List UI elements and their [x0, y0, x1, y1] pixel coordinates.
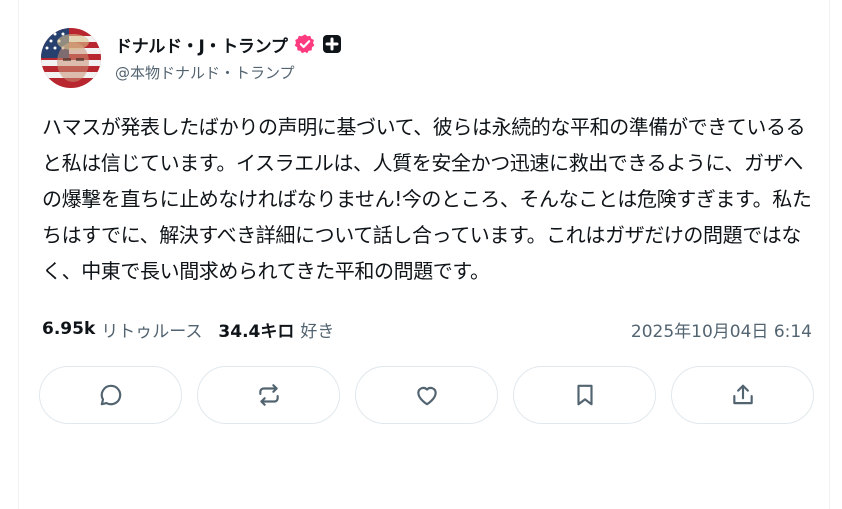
repost-icon — [258, 384, 279, 406]
post-header: ドナルド・J・トランプ @本物ドナルド・トランプ — [41, 28, 342, 88]
likes-label[interactable]: 好き — [300, 317, 334, 342]
retruths-label[interactable]: リトゥルース — [101, 317, 202, 342]
likes-count[interactable]: 34.4キロ — [218, 317, 294, 342]
avatar[interactable] — [41, 28, 101, 88]
display-name[interactable]: ドナルド・J・トランプ — [115, 32, 288, 57]
handle[interactable]: @本物ドナルド・トランプ — [115, 62, 342, 83]
name-row: ドナルド・J・トランプ — [115, 32, 342, 57]
plus-badge-icon — [322, 35, 341, 53]
post-card: ドナルド・J・トランプ @本物ドナルド・トランプ ハマスが発表したばかりの声明に… — [18, 0, 830, 509]
share-icon — [732, 384, 753, 405]
timestamp[interactable]: 2025年10月04日 6:14 — [631, 317, 812, 342]
heart-icon — [416, 386, 437, 406]
bookmark-button[interactable] — [513, 366, 656, 424]
reply-button[interactable] — [39, 366, 182, 424]
reply-icon — [100, 384, 121, 406]
retruths-count[interactable]: 6.95k — [42, 319, 95, 339]
repost-button[interactable] — [197, 366, 340, 424]
like-button[interactable] — [355, 366, 498, 424]
bookmark-icon — [576, 384, 593, 406]
verified-badge-icon — [294, 34, 314, 54]
author-names: ドナルド・J・トランプ @本物ドナルド・トランプ — [115, 32, 342, 83]
share-button[interactable] — [671, 366, 814, 424]
post-text: ハマスが発表したばかりの声明に基づいて、彼らは永続的な平和の準備ができているると… — [42, 115, 812, 283]
post-stats: 6.95k リトゥルース 34.4キロ 好き 2025年10月04日 6:14 — [42, 316, 812, 342]
action-bar — [39, 366, 814, 426]
